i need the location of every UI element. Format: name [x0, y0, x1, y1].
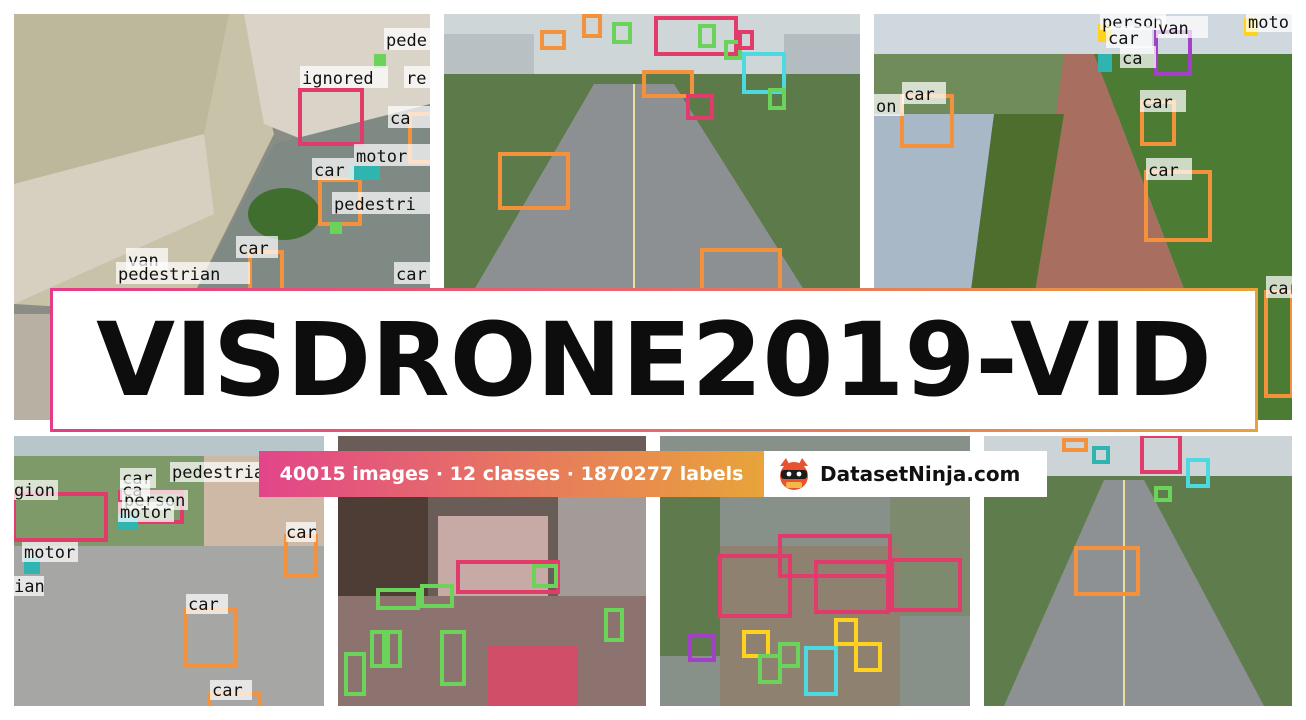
bbox-label: motor	[22, 542, 78, 563]
bbox-label: motor	[118, 502, 174, 523]
svg-text:car: car	[396, 265, 427, 285]
bbox-label: ca	[1120, 46, 1156, 69]
svg-text:car: car	[1268, 279, 1292, 299]
bbox-label: pedestrian	[116, 262, 250, 285]
image-tile-highway	[444, 14, 860, 290]
bbox-label: car	[186, 594, 228, 615]
bbox-label: on	[874, 94, 904, 117]
svg-text:on: on	[876, 97, 896, 117]
bbox-label: ignored	[300, 66, 388, 89]
bbox-label: car	[1140, 90, 1186, 113]
brand-link[interactable]: DatasetNinja.com	[764, 451, 1047, 497]
bbox-label: car	[1266, 276, 1292, 299]
svg-text:car: car	[212, 681, 243, 701]
brand-name: DatasetNinja.com	[820, 462, 1021, 486]
dataset-title: VISDRONE2019-VID	[96, 300, 1212, 420]
svg-text:car: car	[904, 85, 935, 105]
svg-text:car: car	[1148, 161, 1179, 181]
svg-text:car: car	[286, 523, 317, 543]
bbox-label: van	[1156, 16, 1208, 39]
bbox-label: motor	[354, 144, 430, 167]
bbox-label: car	[902, 82, 946, 105]
title-banner: VISDRONE2019-VID	[50, 288, 1258, 432]
tile-2-scene	[444, 14, 860, 290]
bbox-label: car	[312, 158, 354, 181]
svg-text:pede: pede	[386, 31, 427, 51]
svg-text:pedestri: pedestri	[334, 195, 416, 215]
bbox-label: car	[1146, 158, 1192, 181]
bbox-label: car	[210, 680, 252, 701]
svg-text:ian: ian	[14, 577, 45, 597]
svg-text:car: car	[1142, 93, 1173, 113]
svg-text:motor: motor	[24, 543, 75, 563]
svg-text:van: van	[1158, 19, 1189, 39]
bbox-label: ca	[388, 106, 430, 129]
bbox-label: gion	[14, 480, 58, 501]
svg-text:ca: ca	[390, 109, 410, 129]
bbox-label: ian	[14, 576, 45, 597]
bbox-label: pede	[384, 28, 430, 51]
svg-text:ignored: ignored	[302, 69, 374, 89]
svg-text:motor: motor	[120, 503, 171, 523]
svg-text:car: car	[314, 161, 345, 181]
svg-text:car: car	[238, 239, 269, 259]
bbox-label: car	[394, 262, 430, 285]
bbox-label: re	[404, 66, 430, 89]
svg-text:car: car	[188, 595, 219, 615]
bbox-label: car	[286, 522, 317, 543]
svg-text:ca: ca	[1122, 49, 1142, 69]
svg-text:pedestrian: pedestrian	[118, 265, 220, 285]
svg-text:motor: motor	[356, 147, 407, 167]
bbox-label: pedestri	[332, 192, 430, 215]
dataset-stats-badge: 40015 images · 12 classes · 1870277 labe…	[259, 451, 764, 497]
bbox-label: car	[236, 236, 278, 259]
bbox-label: car	[1106, 26, 1152, 49]
svg-text:moto: moto	[1248, 14, 1289, 33]
svg-text:re: re	[406, 69, 426, 89]
ninja-cat-icon	[776, 456, 812, 492]
svg-text:gion: gion	[14, 481, 55, 501]
bbox-label: moto	[1246, 14, 1292, 33]
